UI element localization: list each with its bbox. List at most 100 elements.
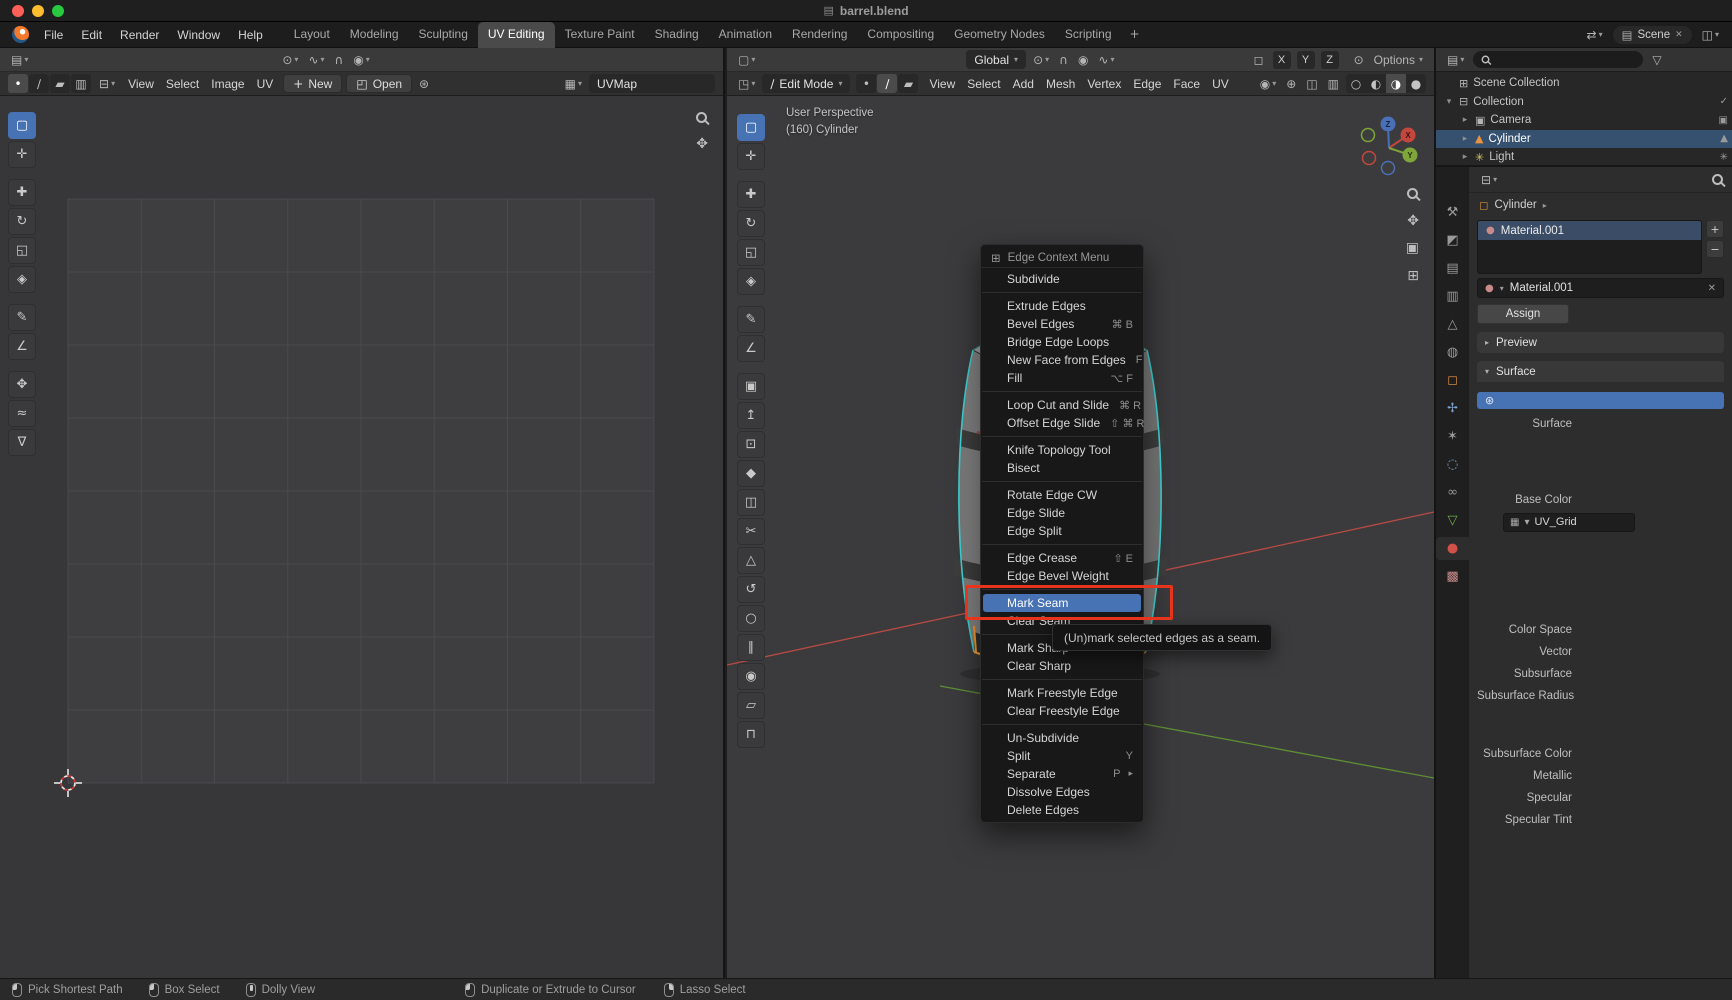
vp-menu-select[interactable]: Select [961, 77, 1006, 91]
vp-menu-add[interactable]: Add [1007, 77, 1040, 91]
properties-tab-texture[interactable]: ▩ [1440, 565, 1466, 588]
vp-ortho-toggle-icon[interactable]: ⊞ [1407, 268, 1419, 284]
transform-orientation-dropdown[interactable]: Global ▾ [966, 50, 1027, 69]
context-menu-item-clear-freestyle-edge[interactable]: Clear Freestyle Edge [981, 702, 1143, 720]
outliner-type-dropdown[interactable]: ▤ ▾ [1444, 53, 1467, 67]
context-menu-item-bridge-edge-loops[interactable]: Bridge Edge Loops [981, 333, 1143, 351]
outliner-row-collection[interactable]: ▾ ⊟ Collection ✓ [1436, 93, 1732, 112]
window-zoom-button[interactable] [52, 5, 64, 17]
context-menu-item-edge-bevel-weight[interactable]: Edge Bevel Weight [981, 567, 1143, 585]
add-workspace-button[interactable]: + [1122, 22, 1148, 48]
uv-snap-icon[interactable]: ⊙ ▾ [279, 53, 301, 67]
vp-editor-type-dropdown[interactable]: ◳ ▾ [735, 77, 758, 91]
uv-proportional-edit-icon[interactable]: ◉ ▾ [350, 53, 373, 67]
material-slot-list[interactable]: ● Material.001 [1477, 220, 1702, 274]
workspace-tab-scripting[interactable]: Scripting [1055, 22, 1122, 48]
view-layer-icon[interactable]: ◫ ▾ [1699, 28, 1722, 42]
workspace-tab-compositing[interactable]: Compositing [857, 22, 944, 48]
window-close-button[interactable] [12, 5, 24, 17]
material-slot-item[interactable]: ● Material.001 [1478, 221, 1701, 240]
uv-select-mode-face[interactable]: ▰ [50, 74, 70, 93]
workspace-tab-uv-editing[interactable]: UV Editing [477, 21, 555, 48]
tool-poly-build[interactable]: △ [737, 547, 765, 574]
tool-pinch[interactable]: ∇ [8, 429, 36, 456]
context-menu-item-dissolve-edges[interactable]: Dissolve Edges [981, 783, 1143, 801]
overlays-icon[interactable]: ◫ [1303, 77, 1320, 91]
context-menu-item-new-face-from-edges[interactable]: New Face from Edges F [981, 351, 1143, 369]
properties-tab-physics[interactable]: ◌ [1440, 453, 1466, 476]
properties-tab-world[interactable]: ◍ [1440, 341, 1466, 364]
uvmap-icon[interactable]: ▦ ▾ [562, 77, 585, 91]
context-menu-item-extrude-edges[interactable]: Extrude Edges [981, 297, 1143, 315]
vp-select-mode-face[interactable]: ▰ [898, 74, 919, 93]
tool-scale[interactable]: ◱ [737, 239, 765, 266]
tool-cursor[interactable]: ✛ [737, 143, 765, 170]
linked-copy-icon[interactable]: ⇄ ▾ [1584, 28, 1606, 42]
uv-canvas[interactable]: ▢ ✛ ✚ ↻ ◱ ◈ ✎ ∠ ✥ ≈ ∇ ✥ [0, 96, 723, 978]
scene-clear-icon[interactable]: ✕ [1675, 30, 1683, 40]
scene-selector[interactable]: ▤ Scene ✕ [1612, 25, 1692, 44]
vp-menu-face[interactable]: Face [1167, 77, 1206, 91]
uv-menu-uv[interactable]: UV [251, 77, 280, 91]
properties-tab-material[interactable]: ● [1436, 537, 1469, 560]
mirror-z-toggle[interactable]: Z [1320, 50, 1339, 69]
workspace-tab-sculpting[interactable]: Sculpting [409, 22, 478, 48]
workspace-tab-geometry-nodes[interactable]: Geometry Nodes [944, 22, 1055, 48]
tool-scale[interactable]: ◱ [8, 237, 36, 264]
shading-solid[interactable]: ◐ [1366, 74, 1386, 93]
shading-rendered[interactable]: ● [1406, 74, 1426, 93]
uv-editor-type-dropdown[interactable]: ▤ ▾ [8, 53, 31, 67]
uv-pan-hand-icon[interactable]: ✥ [696, 136, 708, 152]
mirror-y-toggle[interactable]: Y [1296, 50, 1315, 69]
tool-move[interactable]: ✚ [737, 181, 765, 208]
falloff-icon[interactable]: ∿ ▾ [1095, 53, 1117, 67]
workspace-tab-rendering[interactable]: Rendering [782, 22, 857, 48]
pin-icon[interactable]: ⊛ [416, 77, 432, 91]
uv-select-mode-vertex[interactable]: • [8, 74, 28, 93]
cylinder-badge-icon[interactable]: ▲ [1720, 133, 1728, 144]
properties-tab-output[interactable]: ▤ [1440, 257, 1466, 280]
light-badge-icon[interactable]: ✳ [1720, 152, 1728, 163]
uv-zoom-icon[interactable] [696, 110, 707, 126]
tool-transform[interactable]: ◈ [8, 266, 36, 293]
tool-measure[interactable]: ∠ [8, 333, 36, 360]
tool-rotate[interactable]: ↻ [8, 208, 36, 235]
uv-sticky-mode-icon[interactable]: ⊟ ▾ [96, 77, 118, 91]
tool-cursor[interactable]: ✛ [8, 141, 36, 168]
outliner-row-scene-collection[interactable]: ⊞ Scene Collection [1436, 74, 1732, 93]
outliner-row-camera[interactable]: ▸ ▣ Camera ▣ [1436, 111, 1732, 130]
tool-transform[interactable]: ◈ [737, 268, 765, 295]
tool-relax[interactable]: ≈ [8, 400, 36, 427]
context-menu-item-subdivide[interactable]: Subdivide [981, 270, 1143, 288]
uv-select-mode-island[interactable]: ▥ [71, 74, 91, 93]
tool-inset[interactable]: ⊡ [737, 431, 765, 458]
expand-caret-icon[interactable]: ▾ [1444, 97, 1454, 107]
properties-tab-tool[interactable]: ⚒ [1440, 201, 1466, 224]
uv-menu-select[interactable]: Select [160, 77, 205, 91]
workspace-tab-shading[interactable]: Shading [645, 22, 709, 48]
properties-tab-render[interactable]: ◩ [1440, 229, 1466, 252]
properties-tab-modifiers[interactable]: ✢ [1440, 397, 1466, 420]
context-menu-item-mark-freestyle-edge[interactable]: Mark Freestyle Edge [981, 684, 1143, 702]
tool-options-dropdown[interactable]: Options ▾ [1371, 53, 1426, 67]
tool-shear[interactable]: ▱ [737, 692, 765, 719]
shading-wireframe[interactable]: ○ [1346, 74, 1366, 93]
tool-tweak[interactable]: ▢ [8, 112, 36, 139]
context-menu-item-edge-split[interactable]: Edge Split [981, 522, 1143, 540]
outliner-row-light[interactable]: ▸ ✳ Light ✳ [1436, 148, 1732, 167]
camera-badge-icon[interactable]: ▣ [1719, 115, 1728, 126]
vp-pan-hand-icon[interactable]: ✥ [1407, 213, 1419, 229]
tool-spin[interactable]: ↺ [737, 576, 765, 603]
properties-search-icon[interactable] [1712, 174, 1723, 185]
context-menu-item-rotate-edge-cw[interactable]: Rotate Edge CW [981, 486, 1143, 504]
tool-loop-cut[interactable]: ◫ [737, 489, 765, 516]
vp-camera-view-icon[interactable]: ▣ [1406, 240, 1419, 256]
context-menu-item-mark-seam[interactable]: Mark Seam [983, 594, 1141, 612]
active-tool-dropdown[interactable]: ▢ ▾ [735, 53, 758, 67]
context-menu-item-loop-cut-and-slide[interactable]: Loop Cut and Slide ⌘ R [981, 396, 1143, 414]
shading-material[interactable]: ◑ [1386, 74, 1406, 93]
tool-bevel[interactable]: ◆ [737, 460, 765, 487]
tool-knife[interactable]: ✂ [737, 518, 765, 545]
uv-magnet-icon[interactable]: ∩ [332, 53, 347, 67]
expand-caret-icon[interactable]: ▸ [1460, 134, 1470, 144]
